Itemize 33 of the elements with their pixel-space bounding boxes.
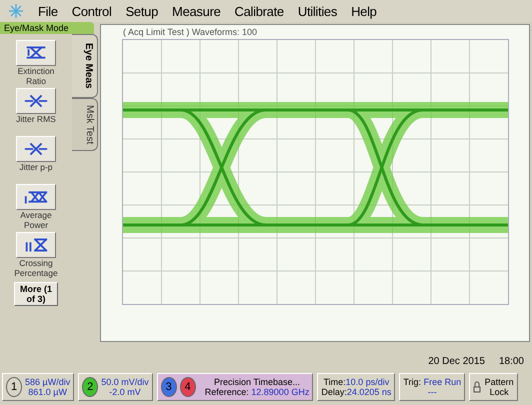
menu-item[interactable]: Measure	[172, 4, 221, 18]
measure-label: Crossing Percentage	[13, 258, 59, 278]
measure-button[interactable]	[16, 232, 56, 258]
pattern-lock-button[interactable]: Pattern Lock	[469, 373, 518, 401]
jitter-icon	[23, 140, 49, 158]
measure-button[interactable]	[16, 184, 56, 210]
crossing-icon	[23, 236, 49, 254]
trigger-button[interactable]: Trig: Free Run ---	[399, 373, 466, 401]
measure-button[interactable]	[16, 136, 56, 162]
acquisition-status: ( Acq Limit Test ) Waveforms: 100	[122, 26, 258, 39]
menu-item[interactable]: Help	[351, 4, 377, 18]
menu-item[interactable]: Calibrate	[234, 4, 284, 18]
measure-label: Jitter RMS	[15, 114, 57, 126]
measure-label: Jitter p-p	[18, 162, 54, 174]
measure-label: Extinction Ratio	[16, 66, 56, 86]
tab[interactable]: Msk Test	[72, 98, 98, 151]
starburst-logo-icon	[8, 3, 24, 19]
tab[interactable]: Eye Meas	[72, 34, 98, 98]
menu-item[interactable]: Control	[72, 4, 112, 18]
lock-icon	[473, 381, 482, 393]
more-button[interactable]: More (1 of 3)	[14, 282, 58, 306]
mode-label: Eye/Mask Mode	[0, 22, 94, 34]
measure-label: Average Power	[19, 210, 53, 230]
time-button[interactable]: Time:10.0 ps/div Delay:24.0205 ns	[317, 373, 396, 401]
menu-item[interactable]: Utilities	[298, 4, 338, 18]
time: 18:00	[498, 356, 524, 367]
timebase-button[interactable]: 3 4 Precision Timebase... Reference: 12.89000 GHz	[156, 373, 314, 401]
menu-item[interactable]: Setup	[126, 4, 158, 18]
menu-item[interactable]: File	[38, 4, 58, 18]
measure-button[interactable]	[16, 88, 56, 114]
jitter-icon	[23, 92, 49, 110]
date: 20 Dec 2015	[428, 356, 485, 367]
measure-button[interactable]	[16, 40, 56, 66]
